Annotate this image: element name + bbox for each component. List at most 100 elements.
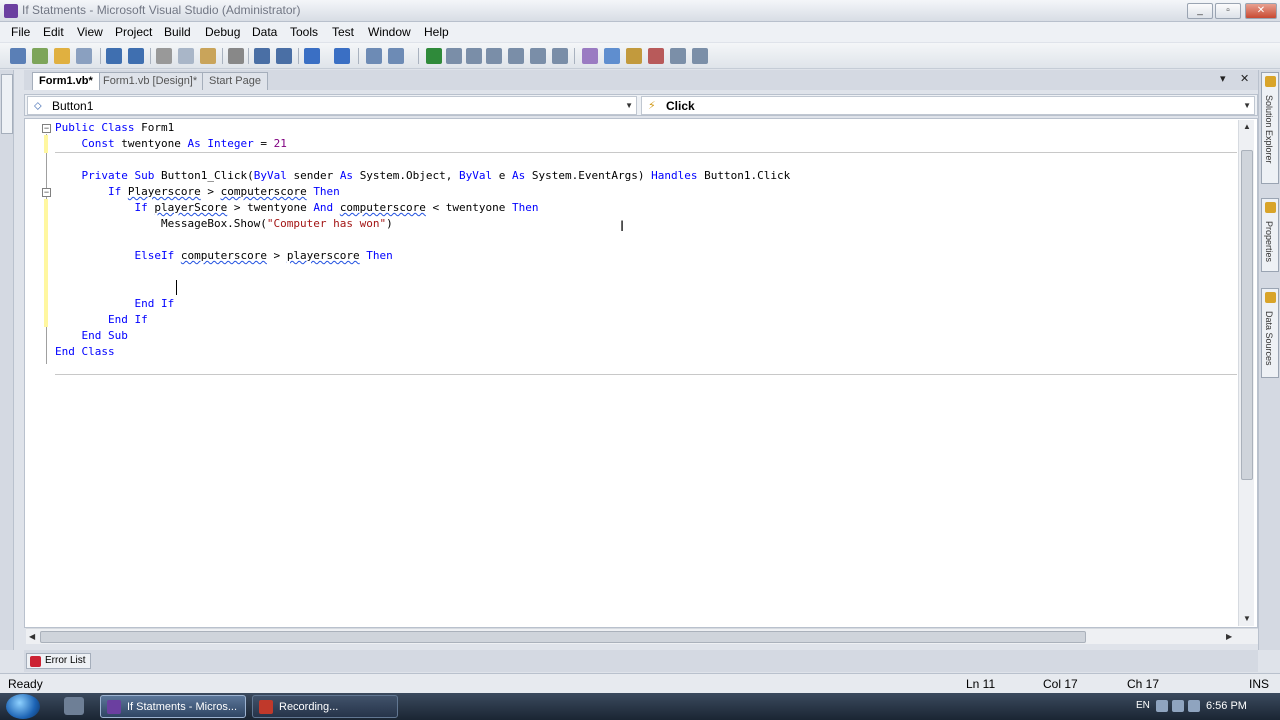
- properties-window-icon[interactable]: [604, 48, 620, 64]
- vertical-scroll-thumb[interactable]: [1241, 150, 1253, 480]
- chevron-down-icon: ▼: [1243, 101, 1251, 110]
- action-center-icon[interactable]: [1188, 700, 1200, 712]
- undo-icon[interactable]: [304, 48, 320, 64]
- code-line: If Playerscore > computerscore Then: [55, 184, 340, 200]
- collapse-class-icon[interactable]: −: [42, 124, 51, 133]
- status-column: Col 17: [1043, 677, 1078, 691]
- navigate-forward-icon[interactable]: [388, 48, 404, 64]
- code-token: ): [386, 217, 393, 230]
- scroll-right-icon[interactable]: ▶: [1226, 632, 1232, 641]
- add-new-item-icon[interactable]: [76, 48, 92, 64]
- show-desktop-icon[interactable]: [64, 697, 84, 715]
- code-line: End Class: [55, 344, 115, 360]
- error-list-icon: [30, 656, 41, 667]
- step-into-icon[interactable]: [446, 48, 462, 64]
- collapse-sub-icon[interactable]: −: [42, 188, 51, 197]
- code-line: End If: [55, 296, 174, 312]
- code-token: MessageBox.Show(: [55, 217, 267, 230]
- paste-icon[interactable]: [200, 48, 216, 64]
- code-token: System.EventArgs): [531, 169, 652, 182]
- object-dropdown[interactable]: ⬦ Button1 ▼: [27, 96, 637, 115]
- add-item-icon[interactable]: [32, 48, 48, 64]
- taskbar-item-visual-studio[interactable]: If Statments - Micros...: [100, 695, 246, 718]
- redo-icon[interactable]: [334, 48, 350, 64]
- pause-icon[interactable]: [466, 48, 482, 64]
- tab-form1-vb[interactable]: Form1.vb*: [32, 72, 100, 90]
- comment-icon[interactable]: [254, 48, 270, 64]
- tab-form1-design[interactable]: Form1.vb [Design]*: [96, 72, 205, 90]
- code-token: As: [512, 169, 532, 182]
- uncomment-icon[interactable]: [276, 48, 292, 64]
- menu-test[interactable]: Test: [332, 25, 354, 39]
- maximize-button[interactable]: ▫: [1215, 3, 1241, 19]
- save-icon[interactable]: [106, 48, 122, 64]
- find-icon[interactable]: [228, 48, 244, 64]
- menu-view[interactable]: View: [77, 25, 103, 39]
- navigate-icon[interactable]: [366, 48, 382, 64]
- save-all-icon[interactable]: [128, 48, 144, 64]
- menu-edit[interactable]: Edit: [43, 25, 64, 39]
- close-document-icon[interactable]: ✕: [1240, 72, 1249, 85]
- copy-icon[interactable]: [178, 48, 194, 64]
- code-token: End If: [107, 313, 148, 326]
- menu-file[interactable]: File: [11, 25, 30, 39]
- start-debugging-icon[interactable]: [426, 48, 442, 64]
- menu-build[interactable]: Build: [164, 25, 191, 39]
- code-line: End Sub: [55, 328, 128, 344]
- step-out-icon[interactable]: [530, 48, 546, 64]
- volume-icon[interactable]: [1172, 700, 1184, 712]
- toolbar-options-icon[interactable]: [692, 48, 708, 64]
- menu-window[interactable]: Window: [368, 25, 411, 39]
- menu-debug[interactable]: Debug: [205, 25, 240, 39]
- status-insert-mode: INS: [1249, 677, 1270, 691]
- navigation-bar: ⬦ Button1 ▼ ⚡ Click ▼: [24, 94, 1258, 116]
- vertical-scrollbar[interactable]: ▲ ▼: [1238, 120, 1254, 626]
- code-token: Private Sub: [81, 169, 161, 182]
- horizontal-scroll-thumb[interactable]: [40, 631, 1086, 643]
- language-indicator[interactable]: EN: [1136, 700, 1150, 711]
- tab-start-page[interactable]: Start Page: [202, 72, 268, 90]
- solution-explorer-icon[interactable]: [582, 48, 598, 64]
- step-over-icon[interactable]: [508, 48, 524, 64]
- menu-project[interactable]: Project: [115, 25, 152, 39]
- menu-data[interactable]: Data: [252, 25, 277, 39]
- code-token: Button1.Click: [704, 169, 791, 182]
- side-panel-strip: Solution Explorer Properties Data Source…: [1258, 70, 1280, 650]
- solution-explorer-tab[interactable]: Solution Explorer: [1261, 72, 1279, 184]
- properties-tab[interactable]: Properties: [1261, 198, 1279, 272]
- code-token: 21: [273, 137, 287, 150]
- open-file-icon[interactable]: [54, 48, 70, 64]
- menu-help[interactable]: Help: [424, 25, 449, 39]
- start-button[interactable]: [6, 694, 40, 719]
- code-token: If: [134, 201, 155, 214]
- start-page-icon[interactable]: [670, 48, 686, 64]
- scroll-down-icon[interactable]: ▼: [1243, 614, 1251, 623]
- code-token: "Computer has won": [266, 217, 387, 230]
- horizontal-scrollbar[interactable]: ◀ ▶: [26, 628, 1258, 644]
- add-project-icon[interactable]: [10, 48, 26, 64]
- close-button[interactable]: ✕: [1245, 3, 1277, 19]
- code-editor[interactable]: − − Public Class Form1 Const twentyone A…: [24, 118, 1258, 628]
- cut-icon[interactable]: [156, 48, 172, 64]
- tab-list-dropdown-icon[interactable]: ▾: [1220, 72, 1226, 85]
- network-icon[interactable]: [1156, 700, 1168, 712]
- clock[interactable]: 6:56 PM: [1206, 700, 1247, 712]
- scroll-left-icon[interactable]: ◀: [29, 632, 35, 641]
- stop-icon[interactable]: [486, 48, 502, 64]
- menu-tools[interactable]: Tools: [290, 25, 318, 39]
- data-sources-tab[interactable]: Data Sources: [1261, 288, 1279, 378]
- object-browser-icon[interactable]: [626, 48, 642, 64]
- bottom-tool-strip: Error List: [24, 650, 1258, 672]
- taskbar-item-recording[interactable]: Recording...: [252, 695, 398, 718]
- breakpoint-icon[interactable]: [552, 48, 568, 64]
- minimize-button[interactable]: _: [1187, 3, 1213, 19]
- code-token: >: [200, 185, 221, 198]
- scroll-up-icon[interactable]: ▲: [1243, 122, 1251, 131]
- chevron-down-icon: ▼: [625, 101, 633, 110]
- toolbox-icon[interactable]: [648, 48, 664, 64]
- error-list-tab[interactable]: Error List: [26, 653, 91, 669]
- event-dropdown[interactable]: ⚡ Click ▼: [641, 96, 1255, 115]
- toolbox-tab[interactable]: [1, 74, 13, 134]
- object-icon: ⬦: [34, 100, 42, 112]
